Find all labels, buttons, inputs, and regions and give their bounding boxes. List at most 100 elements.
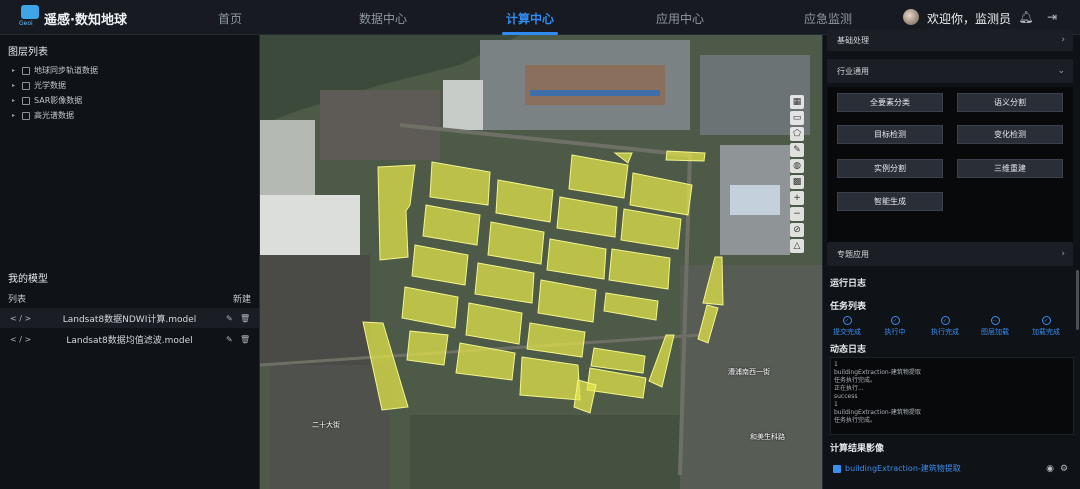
btn-3d-reconstruction[interactable]: 三维重建 bbox=[957, 159, 1063, 178]
btn-change-detection[interactable]: 变化检测 bbox=[957, 125, 1063, 144]
layer-list-title: 图层列表 bbox=[8, 47, 48, 58]
layer-checkbox[interactable] bbox=[22, 66, 30, 75]
app-logo: Geoi bbox=[19, 5, 41, 29]
btn-instance-segmentation[interactable]: 实例分割 bbox=[837, 159, 943, 178]
expand-icon[interactable]: ▸ bbox=[12, 67, 18, 74]
model-row[interactable]: < / > Landsat8数据均值滤波.model ✎ 🗑︎ bbox=[0, 329, 259, 349]
chevron-down-icon: ⌄ bbox=[1057, 66, 1065, 76]
layer-item[interactable]: ▸ 光学数据 bbox=[12, 80, 66, 91]
task-label: 提交完成 bbox=[833, 328, 861, 336]
rooftop-block bbox=[320, 90, 440, 160]
log-line: 1 bbox=[834, 361, 838, 368]
log-line: 任务执行完成。 bbox=[834, 417, 877, 424]
result-item[interactable]: buildingExtraction-建筑物提取 bbox=[833, 463, 961, 474]
polygon-tool-icon[interactable]: ⬠ bbox=[790, 127, 804, 141]
zoom-in-icon[interactable]: + bbox=[790, 191, 804, 205]
edit-icon[interactable]: ✎ bbox=[226, 335, 233, 344]
model-row[interactable]: < / > Landsat8数据NDWI计算.model ✎ 🗑︎ bbox=[0, 308, 259, 328]
globe-icon bbox=[21, 5, 39, 19]
scrollbar[interactable] bbox=[1076, 270, 1079, 330]
nav-data-center[interactable]: 数据中心 bbox=[359, 10, 407, 27]
log-line: success bbox=[834, 393, 858, 400]
building-polygon[interactable] bbox=[665, 150, 706, 162]
layer-label: 地球同步轨道数据 bbox=[34, 66, 98, 75]
result-label: buildingExtraction-建筑物提取 bbox=[845, 464, 961, 473]
more-dots-icon: ⋯ bbox=[990, 316, 1000, 325]
layer-checkbox[interactable] bbox=[22, 96, 30, 105]
accordion-label: 行业通用 bbox=[837, 66, 869, 76]
zoom-out-icon[interactable]: − bbox=[790, 207, 804, 221]
check-circle-icon: ✓ bbox=[1041, 316, 1051, 325]
model-name: Landsat8数据均值滤波.model bbox=[66, 335, 193, 346]
layer-item[interactable]: ▸ 地球同步轨道数据 bbox=[12, 65, 98, 76]
delete-icon[interactable]: 🗑︎ bbox=[240, 314, 250, 323]
new-model-button[interactable]: 新建 bbox=[233, 292, 251, 305]
expand-icon[interactable]: ▸ bbox=[12, 82, 18, 89]
map-toolbar: ▦ ▭ ⬠ ✎ ◍ ▩ + − ⊘ △ bbox=[790, 95, 806, 255]
layer-item[interactable]: ▸ SAR影像数据 bbox=[12, 95, 82, 106]
bell-icon[interactable]: 🔔︎ bbox=[1018, 9, 1034, 25]
result-images-title: 计算结果影像 bbox=[830, 444, 885, 454]
rooftop-block bbox=[443, 80, 483, 130]
rooftop-block bbox=[730, 185, 780, 215]
rooftop-block bbox=[525, 65, 665, 105]
nav-emergency-monitor[interactable]: 应急监测 bbox=[804, 10, 852, 27]
accordion-industry-general[interactable]: 行业通用 ⌄ bbox=[827, 59, 1073, 83]
left-panel: 图层列表 ▸ 地球同步轨道数据 ▸ 光学数据 ▸ SAR影像数据 ▸ 高光谱数据… bbox=[0, 35, 260, 489]
edit-icon[interactable]: ✎ bbox=[226, 314, 233, 323]
building-polygon[interactable] bbox=[406, 330, 449, 366]
model-name: Landsat8数据NDWI计算.model bbox=[62, 314, 197, 325]
accordion-label: 基础处理 bbox=[837, 35, 869, 45]
chevron-right-icon: › bbox=[1061, 249, 1065, 259]
expand-icon[interactable]: ▸ bbox=[12, 112, 18, 119]
layer-checkbox[interactable] bbox=[22, 111, 30, 120]
btn-semantic-segmentation[interactable]: 语义分割 bbox=[957, 93, 1063, 112]
nav-compute-center[interactable]: 计算中心 bbox=[506, 10, 554, 27]
rooftop-strip bbox=[530, 90, 660, 96]
rooftop-block bbox=[260, 195, 360, 255]
tree-block bbox=[410, 415, 680, 489]
task-step: ✓ 执行完成 bbox=[921, 316, 969, 337]
globe-tool-icon[interactable]: ◍ bbox=[790, 159, 804, 173]
result-checkbox[interactable] bbox=[833, 464, 841, 473]
dynamic-log-title: 动态日志 bbox=[830, 345, 867, 355]
compass-icon[interactable]: ⊘ bbox=[790, 223, 804, 237]
task-label: 加载完成 bbox=[1032, 328, 1060, 336]
task-label: 执行完成 bbox=[931, 328, 959, 336]
logo-text: Geoi bbox=[19, 20, 33, 27]
nav-home[interactable]: 首页 bbox=[218, 10, 242, 27]
gear-icon[interactable]: ⚙ bbox=[1056, 461, 1072, 477]
map-place-label: 二十大街 bbox=[312, 421, 340, 429]
delete-icon[interactable]: 🗑︎ bbox=[240, 335, 250, 344]
logout-icon[interactable]: ⇥ bbox=[1044, 9, 1060, 25]
accordion-special-application[interactable]: 专题应用 › bbox=[827, 242, 1073, 266]
dynamic-log-box[interactable]: 1 buildingExtraction-建筑物提取 任务执行完成。 正在执行.… bbox=[830, 357, 1074, 435]
log-line: buildingExtraction-建筑物提取 bbox=[834, 369, 921, 376]
layer-item[interactable]: ▸ 高光谱数据 bbox=[12, 110, 74, 121]
app-root: Geoi 遥感·数知地球 首页 数据中心 计算中心 应用中心 应急监测 欢迎你，… bbox=[0, 0, 1080, 489]
measure-tool-icon[interactable]: ✎ bbox=[790, 143, 804, 157]
grid-tool-icon[interactable]: ▩ bbox=[790, 175, 804, 189]
dense-block bbox=[260, 255, 370, 365]
rooftop-block bbox=[260, 120, 315, 195]
avatar[interactable] bbox=[903, 9, 919, 25]
satellite-map[interactable]: 漕浦南西一街 二十大街 和美生科路 bbox=[260, 35, 822, 489]
my-models-title: 我的模型 bbox=[8, 274, 48, 285]
map-place-label: 和美生科路 bbox=[750, 433, 785, 441]
task-label: 图层加载 bbox=[981, 328, 1009, 336]
layer-checkbox[interactable] bbox=[22, 81, 30, 90]
accordion-label: 专题应用 bbox=[837, 249, 869, 259]
nav-app-center[interactable]: 应用中心 bbox=[656, 10, 704, 27]
expand-icon[interactable]: ▸ bbox=[12, 97, 18, 104]
btn-smart-generation[interactable]: 智能生成 bbox=[837, 192, 943, 211]
accordion-basic-processing[interactable]: 基础处理 › bbox=[827, 29, 1073, 51]
btn-all-element-classification[interactable]: 全要素分类 bbox=[837, 93, 943, 112]
log-line: 任务执行完成。 bbox=[834, 377, 877, 384]
right-panel: 基础处理 › 行业通用 ⌄ 全要素分类 语义分割 目标检测 变化检测 实例分割 … bbox=[822, 29, 1080, 489]
layers-tool-icon[interactable]: ▦ bbox=[790, 95, 804, 109]
draw-rect-tool-icon[interactable]: ▭ bbox=[790, 111, 804, 125]
check-circle-icon: ✓ bbox=[890, 316, 900, 325]
btn-object-detection[interactable]: 目标检测 bbox=[837, 125, 943, 144]
terrain-tool-icon[interactable]: △ bbox=[790, 239, 804, 253]
map-canvas[interactable] bbox=[260, 35, 822, 489]
